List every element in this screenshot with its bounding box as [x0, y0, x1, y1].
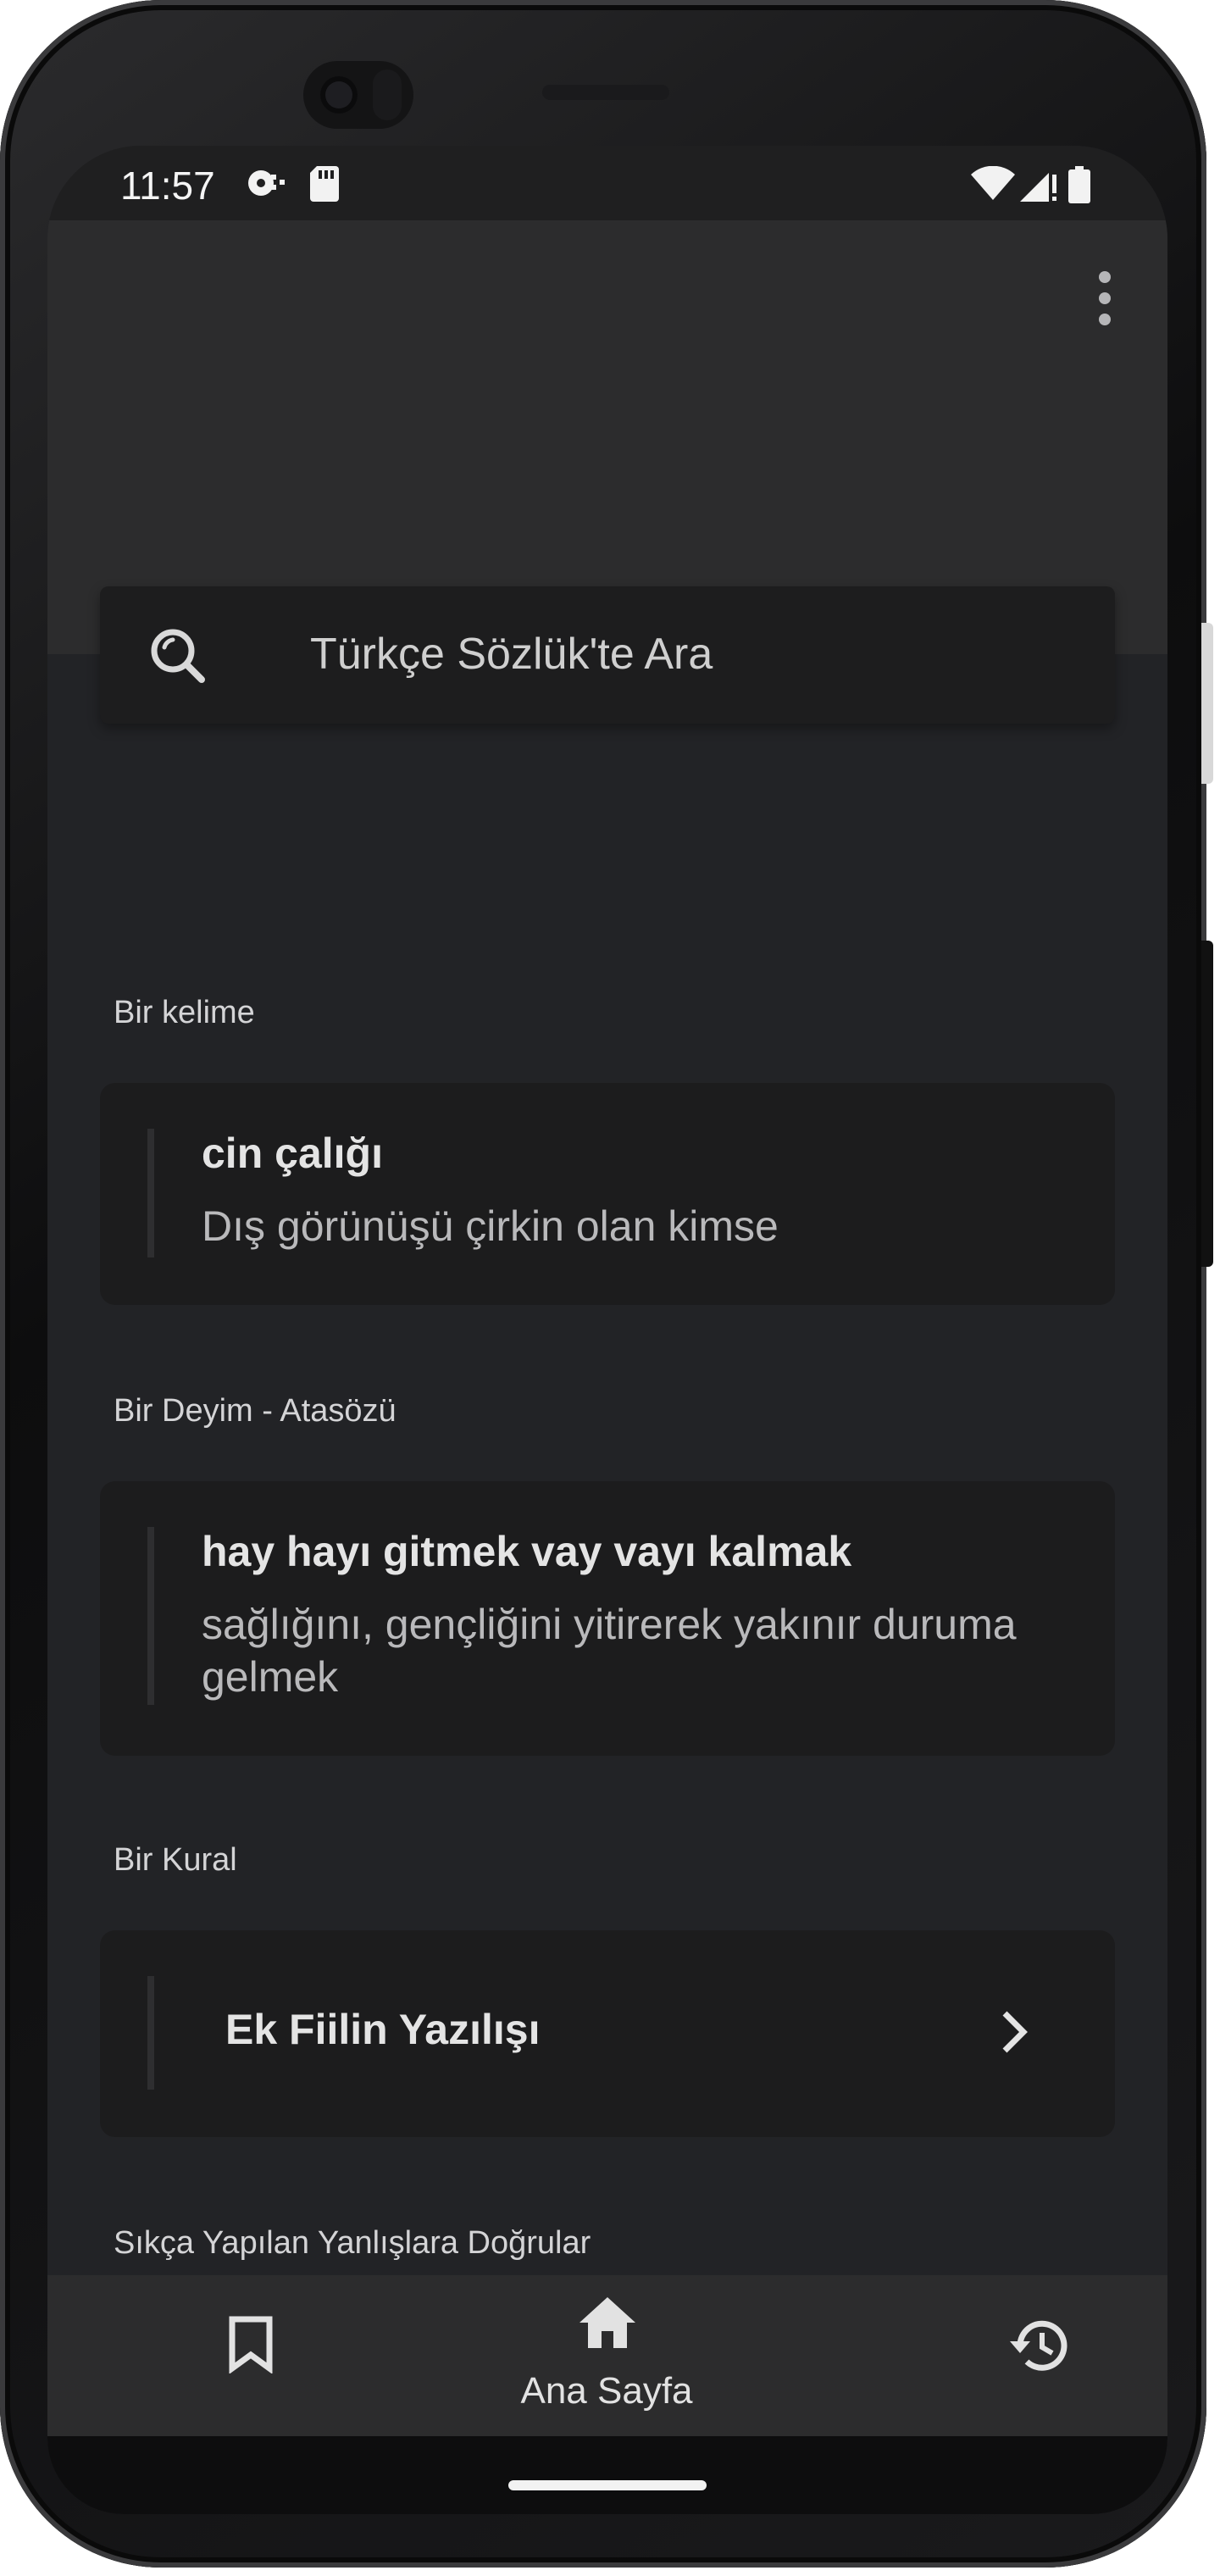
- device-frame: 11:57 Türkçe Sözlük'te Ara Bir kelime ci…: [0, 0, 1213, 2568]
- gesture-area: [47, 2436, 1167, 2514]
- signal-icon: [1020, 173, 1056, 202]
- front-camera: [303, 61, 413, 129]
- camera-lens: [320, 76, 358, 114]
- section-title-tips: Sıkça Yapılan Yanlışlara Doğrular: [114, 2225, 591, 2261]
- card-accent-bar: [147, 1976, 154, 2090]
- screen: 11:57 Türkçe Sözlük'te Ara Bir kelime ci…: [47, 146, 1167, 2514]
- camera-sensor: [373, 69, 402, 120]
- rule-card[interactable]: Ek Fiilin Yazılışı: [100, 1930, 1115, 2137]
- status-bar: 11:57: [47, 146, 1167, 220]
- bottom-navigation: Ana Sayfa: [47, 2275, 1167, 2436]
- sd-card-icon: [310, 166, 339, 202]
- search-bar[interactable]: Türkçe Sözlük'te Ara: [100, 586, 1115, 724]
- media-icon: [248, 170, 285, 196]
- history-icon: [1010, 2320, 1068, 2371]
- word-meaning: Dış görünüşü çirkin olan kimse: [202, 1202, 779, 1250]
- search-placeholder: Türkçe Sözlük'te Ara: [310, 630, 713, 679]
- idiom-title: hay hayı gitmek vay vayı kalmak: [202, 1528, 852, 1575]
- section-title-idiom: Bir Deyim - Atasözü: [114, 1393, 396, 1429]
- home-icon: [580, 2297, 635, 2348]
- card-accent-bar: [147, 1129, 154, 1257]
- volume-button: [1201, 941, 1213, 1267]
- idiom-meaning: sağlığını, gençliğini yitirerek yakınır …: [202, 1601, 1017, 1701]
- battery-icon: [1068, 166, 1090, 203]
- section-title-word: Bir kelime: [114, 995, 255, 1030]
- chevron-right-icon: [1002, 2011, 1028, 2053]
- idiom-card[interactable]: hay hayı gitmek vay vayı kalmak sağlığın…: [100, 1481, 1115, 1756]
- rule-title: Ek Fiilin Yazılışı: [225, 2006, 541, 2053]
- nav-history[interactable]: [962, 2275, 1115, 2436]
- nav-bookmarks[interactable]: [175, 2275, 327, 2436]
- word-title: cin çalığı: [202, 1130, 383, 1177]
- dot-icon: [1099, 292, 1111, 304]
- home-indicator[interactable]: [508, 2480, 707, 2490]
- more-options-button[interactable]: [1093, 271, 1117, 330]
- search-icon: [151, 629, 205, 683]
- status-time: 11:57: [120, 164, 215, 208]
- earpiece-speaker: [542, 85, 669, 100]
- bookmark-icon: [229, 2316, 273, 2373]
- section-title-rule: Bir Kural: [114, 1842, 237, 1878]
- dot-icon: [1099, 271, 1111, 283]
- wifi-icon: [971, 166, 1015, 200]
- power-button: [1201, 623, 1213, 784]
- card-accent-bar: [147, 1527, 154, 1705]
- dot-icon: [1099, 314, 1111, 325]
- nav-home[interactable]: Ana Sayfa: [520, 2275, 693, 2436]
- nav-home-label: Ana Sayfa: [520, 2370, 693, 2412]
- word-card[interactable]: cin çalığı Dış görünüşü çirkin olan kims…: [100, 1083, 1115, 1305]
